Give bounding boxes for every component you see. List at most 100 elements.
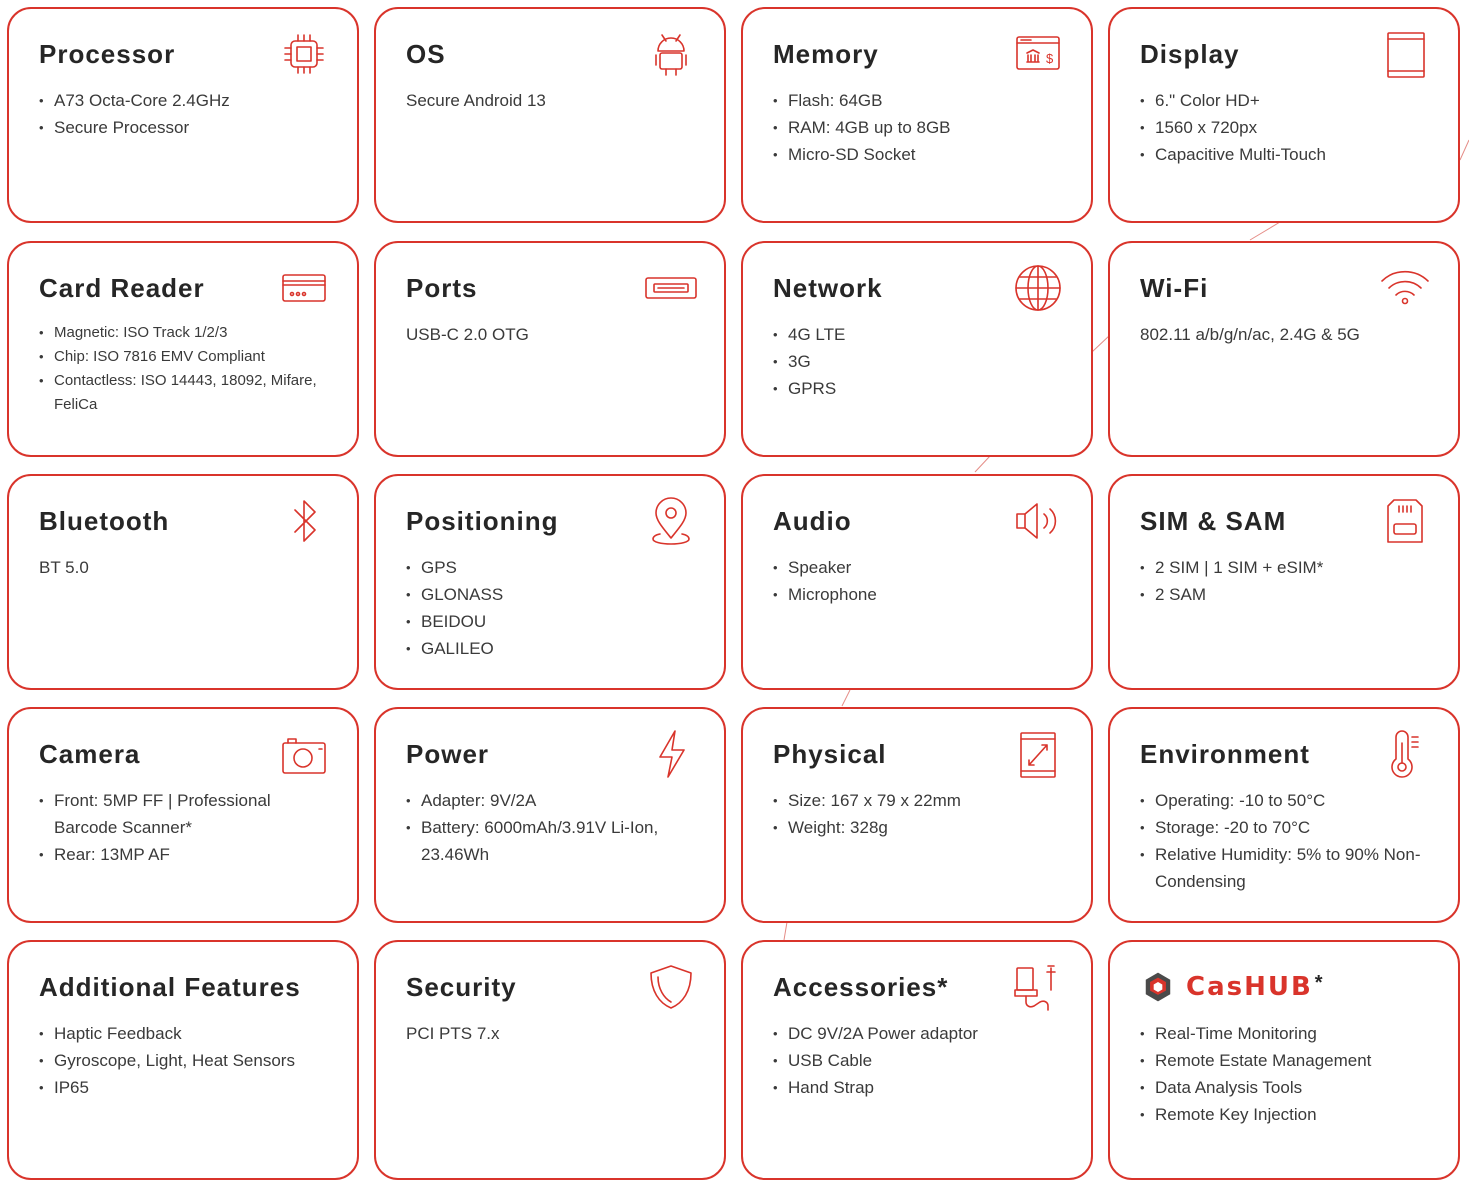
spec-item: IP65 (39, 1074, 335, 1101)
spec-card-network: Network4G LTE3GGPRS (741, 241, 1093, 457)
spec-item: USB Cable (773, 1047, 1069, 1074)
spec-item: Gyroscope, Light, Heat Sensors (39, 1047, 335, 1074)
spec-card-environment: EnvironmentOperating: -10 to 50°CStorage… (1108, 707, 1460, 923)
spec-card-ports: Ports USB-C 2.0 OTG (374, 241, 726, 457)
dimensions-icon (1013, 729, 1063, 779)
brand-logo: CasHUB * (1140, 972, 1436, 1002)
spec-list: DC 9V/2A Power adaptorUSB CableHand Stra… (773, 1020, 1069, 1101)
brand-name: CasHUB (1186, 972, 1313, 1002)
memory-card-icon: $ (1013, 29, 1063, 79)
spec-item: Relative Humidity: 5% to 90% Non-Condens… (1140, 841, 1436, 895)
spec-list: Size: 167 x 79 x 22mmWeight: 328g (773, 787, 1069, 841)
spec-item: Adapter: 9V/2A (406, 787, 702, 814)
card-description: 802.11 a/b/g/n/ac, 2.4G & 5G (1140, 325, 1360, 344)
display-icon (1380, 29, 1430, 79)
spec-list: Operating: -10 to 50°CStorage: -20 to 70… (1140, 787, 1436, 895)
spec-card-security: Security PCI PTS 7.x (374, 940, 726, 1180)
spec-item: 4G LTE (773, 321, 1069, 348)
spec-item: Microphone (773, 581, 1069, 608)
spec-card-accessories: Accessories*DC 9V/2A Power adaptorUSB Ca… (741, 940, 1093, 1180)
spec-item: Battery: 6000mAh/3.91V Li-Ion, 23.46Wh (406, 814, 702, 868)
usb-port-icon (645, 263, 697, 313)
spec-item: Remote Key Injection (1140, 1101, 1436, 1128)
spec-card-display: Display6." Color HD+1560 x 720pxCapaciti… (1108, 7, 1460, 223)
spec-list: Adapter: 9V/2ABattery: 6000mAh/3.91V Li-… (406, 787, 702, 868)
spec-item: DC 9V/2A Power adaptor (773, 1020, 1069, 1047)
spec-item: GPRS (773, 375, 1069, 402)
speaker-icon (1013, 496, 1063, 546)
card-title: Additional Features (39, 972, 301, 1002)
card-description: Secure Android 13 (406, 91, 546, 110)
spec-list: Haptic FeedbackGyroscope, Light, Heat Se… (39, 1020, 335, 1101)
lightning-icon (646, 729, 696, 779)
wifi-icon (1380, 263, 1430, 313)
spec-item: RAM: 4GB up to 8GB (773, 114, 1069, 141)
spec-item: 2 SAM (1140, 581, 1436, 608)
spec-item: A73 Octa-Core 2.4GHz (39, 87, 335, 114)
cashub-logo-icon (1140, 969, 1176, 1005)
spec-item: Data Analysis Tools (1140, 1074, 1436, 1101)
spec-list: Real-Time MonitoringRemote Estate Manage… (1140, 1020, 1436, 1128)
card-reader-icon (279, 263, 329, 313)
spec-item: Chip: ISO 7816 EMV Compliant (39, 345, 335, 369)
spec-card-additional-features: Additional Features Haptic FeedbackGyrosc… (7, 940, 359, 1180)
spec-card-wi-fi: Wi-Fi 802.11 a/b/g/n/ac, 2.4G & 5G (1108, 241, 1460, 457)
spec-item: GPS (406, 554, 702, 581)
spec-card-bluetooth: Bluetooth BT 5.0 (7, 474, 359, 690)
spec-list: 2 SIM | 1 SIM + eSIM*2 SAM (1140, 554, 1436, 608)
spec-item: 6." Color HD+ (1140, 87, 1436, 114)
sim-card-icon (1380, 496, 1430, 546)
spec-item: 3G (773, 348, 1069, 375)
spec-item: Weight: 328g (773, 814, 1069, 841)
spec-list: Flash: 64GBRAM: 4GB up to 8GBMicro-SD So… (773, 87, 1069, 168)
card-description: USB-C 2.0 OTG (406, 325, 529, 344)
shield-icon (646, 962, 696, 1012)
card-description: PCI PTS 7.x (406, 1024, 500, 1043)
location-pin-icon (646, 496, 696, 546)
spec-list: GPSGLONASSBEIDOUGALILEO (406, 554, 702, 662)
spec-card-processor: ProcessorA73 Octa-Core 2.4GHzSecure Proc… (7, 7, 359, 223)
spec-item: 1560 x 720px (1140, 114, 1436, 141)
globe-icon (1013, 263, 1063, 313)
spec-card-os: OS Secure Android 13 (374, 7, 726, 223)
svg-text:$: $ (1046, 51, 1054, 66)
spec-item: GALILEO (406, 635, 702, 662)
spec-item: Hand Strap (773, 1074, 1069, 1101)
spec-item: Front: 5MP FF | Professional Barcode Sca… (39, 787, 335, 841)
spec-list: Magnetic: ISO Track 1/2/3Chip: ISO 7816 … (39, 321, 335, 417)
spec-card-card-reader: Card ReaderMagnetic: ISO Track 1/2/3Chip… (7, 241, 359, 457)
chip-icon (279, 29, 329, 79)
spec-card-positioning: PositioningGPSGLONASSBEIDOUGALILEO (374, 474, 726, 690)
spec-item: Flash: 64GB (773, 87, 1069, 114)
spec-card-physical: PhysicalSize: 167 x 79 x 22mmWeight: 328… (741, 707, 1093, 923)
spec-list: 4G LTE3GGPRS (773, 321, 1069, 402)
spec-item: Capacitive Multi-Touch (1140, 141, 1436, 168)
spec-list: 6." Color HD+1560 x 720pxCapacitive Mult… (1140, 87, 1436, 168)
spec-item: Magnetic: ISO Track 1/2/3 (39, 321, 335, 345)
brand-footnote-mark: * (1314, 971, 1323, 994)
spec-card-power: PowerAdapter: 9V/2ABattery: 6000mAh/3.91… (374, 707, 726, 923)
spec-item: BEIDOU (406, 608, 702, 635)
spec-item: Storage: -20 to 70°C (1140, 814, 1436, 841)
camera-icon (279, 729, 329, 779)
spec-card-sim-sam: SIM & SAM2 SIM | 1 SIM + eSIM*2 SAM (1108, 474, 1460, 690)
bluetooth-icon (279, 496, 329, 546)
spec-item: Rear: 13MP AF (39, 841, 335, 868)
spec-item: Secure Processor (39, 114, 335, 141)
spec-item: Remote Estate Management (1140, 1047, 1436, 1074)
spec-item: Operating: -10 to 50°C (1140, 787, 1436, 814)
spec-card-memory: Memory$Flash: 64GBRAM: 4GB up to 8GBMicr… (741, 7, 1093, 223)
charger-icon (1013, 962, 1063, 1012)
spec-list: SpeakerMicrophone (773, 554, 1069, 608)
spec-grid: ProcessorA73 Octa-Core 2.4GHzSecure Proc… (0, 0, 1469, 1180)
spec-item: 2 SIM | 1 SIM + eSIM* (1140, 554, 1436, 581)
card-description: BT 5.0 (39, 558, 89, 577)
spec-list: A73 Octa-Core 2.4GHzSecure Processor (39, 87, 335, 141)
thermometer-icon (1380, 729, 1430, 779)
android-icon (646, 29, 696, 79)
spec-item: Haptic Feedback (39, 1020, 335, 1047)
spec-item: Contactless: ISO 14443, 18092, Mifare, F… (39, 369, 335, 417)
spec-card-camera: CameraFront: 5MP FF | Professional Barco… (7, 707, 359, 923)
spec-item: Size: 167 x 79 x 22mm (773, 787, 1069, 814)
spec-card-audio: AudioSpeakerMicrophone (741, 474, 1093, 690)
